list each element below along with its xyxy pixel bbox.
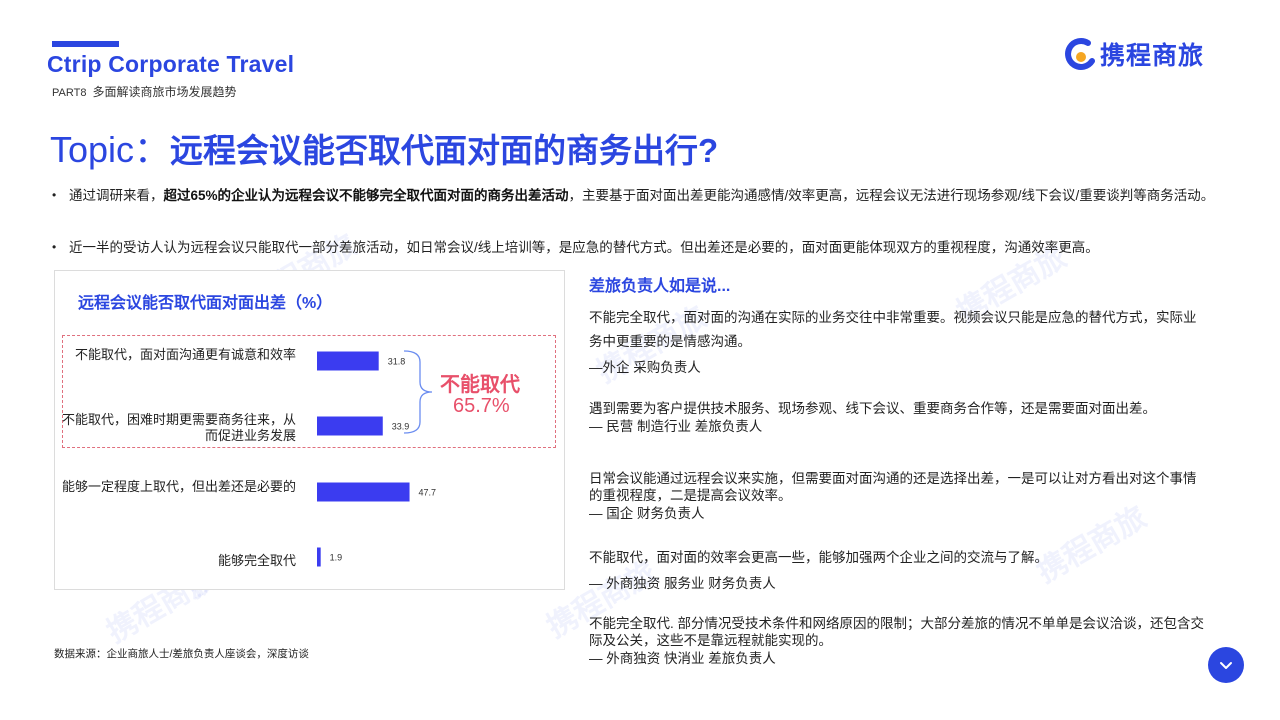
category-label: 能够完全取代 xyxy=(217,553,296,568)
quote-block: 不能完全取代. 部分情况受技术条件和网络原因的限制；大部分差旅的情况不单单是会议… xyxy=(589,615,1209,669)
logo-mark-icon xyxy=(1065,38,1095,70)
bullet-dot: • xyxy=(52,240,57,254)
source-note: 数据来源：企业商旅人士/差旅负责人座谈会，深度访谈 xyxy=(54,648,309,660)
quotes-heading: 差旅负责人如是说... xyxy=(589,278,731,295)
quote-source: — 国企 财务负责人 xyxy=(589,506,705,521)
category-label: 能够一定程度上取代，但出差还是必要的 xyxy=(61,479,296,494)
page-title: Topic：远程会议能否取代面对面的商务出行? xyxy=(50,128,718,173)
quote-text: 不能完全取代. 部分情况受技术条件和网络原因的限制；大部分差旅的情况不单单是会议… xyxy=(589,616,1205,648)
quote-text: 不能完全取代，面对面的沟通在实际的业务交往中非常重要。视频会议只能是应急的替代方… xyxy=(589,310,1197,349)
category-label: 不能取代，困难时期更需要商务往来，从而促进业务发展 xyxy=(61,412,296,443)
bullet-text: ，主要基于面对面出差更能沟通感情/效率更高，远程会议无法进行现场参观/线下会议/… xyxy=(568,188,1215,203)
title-main: 远程会议能否取代面对面的商务出行? xyxy=(170,132,719,169)
bullet-emphasis: 超过65%的企业认为远程会议不能够完全取代面对面的商务出差活动 xyxy=(163,188,569,203)
quote-source: — 民营 制造行业 差旅负责人 xyxy=(589,419,763,434)
scroll-down-button[interactable] xyxy=(1208,647,1244,683)
bullet-text: 近一半的受访人认为远程会议只能取代一部分差旅活动，如日常会议/线上培训等，是应急… xyxy=(69,240,1099,255)
quote-text: 遇到需要为客户提供技术服务、现场参观、线下会议、重要商务合作等，还是需要面对面出… xyxy=(589,401,1156,416)
chart-title: 远程会议能否取代面对面出差（%） xyxy=(78,295,333,312)
part-title: 多面解读商旅市场发展趋势 xyxy=(92,85,237,99)
ctrip-logo: 携程商旅 xyxy=(1064,36,1204,72)
chevron-down-icon xyxy=(1220,662,1232,669)
quote-block: 不能取代，面对面的效率会更高一些，能够加强两个企业之间的交流与了解。 — 外商独… xyxy=(589,546,1209,592)
bullet-point: • 近一半的受访人认为远程会议只能取代一部分差旅活动，如日常会议/线上培训等，是… xyxy=(52,236,1222,259)
quote-source: — 外商独资 快消业 差旅负责人 xyxy=(589,651,776,666)
callout-value: 65.7% xyxy=(453,395,510,417)
quote-source: —外企 采购负责人 xyxy=(589,360,701,375)
quote-block: 日常会议能通过远程会议来实施，但需要面对面沟通的还是选择出差，一是可以让对方看出… xyxy=(589,470,1209,524)
part-code: PART8 xyxy=(52,87,87,99)
quote-block: 不能完全取代，面对面的沟通在实际的业务交往中非常重要。视频会议只能是应急的替代方… xyxy=(589,306,1209,376)
bullet-point: • 通过调研来看，超过65%的企业认为远程会议不能够完全取代面对面的商务出差活动… xyxy=(52,184,1222,207)
quote-text: 日常会议能通过远程会议来实施，但需要面对面沟通的还是选择出差，一是可以让对方看出… xyxy=(589,471,1197,503)
bullet-dot: • xyxy=(52,188,57,202)
quote-text: 不能取代，面对面的效率会更高一些，能够加强两个企业之间的交流与了解。 xyxy=(589,550,1048,565)
accent-bar xyxy=(52,41,119,47)
callout-title: 不能取代 xyxy=(440,374,520,396)
section-label: PART8 多面解读商旅市场发展趋势 xyxy=(52,83,236,100)
quote-source: — 外商独资 服务业 财务负责人 xyxy=(589,576,776,591)
category-label: 不能取代，面对面沟通更有诚意和效率 xyxy=(74,347,296,362)
bullet-text: 通过调研来看， xyxy=(69,188,164,203)
logo-text: 携程商旅 xyxy=(1100,42,1205,70)
title-prefix: Topic： xyxy=(50,129,171,170)
brand-title: Ctrip Corporate Travel xyxy=(47,51,295,77)
quote-block: 遇到需要为客户提供技术服务、现场参观、线下会议、重要商务合作等，还是需要面对面出… xyxy=(589,400,1209,437)
